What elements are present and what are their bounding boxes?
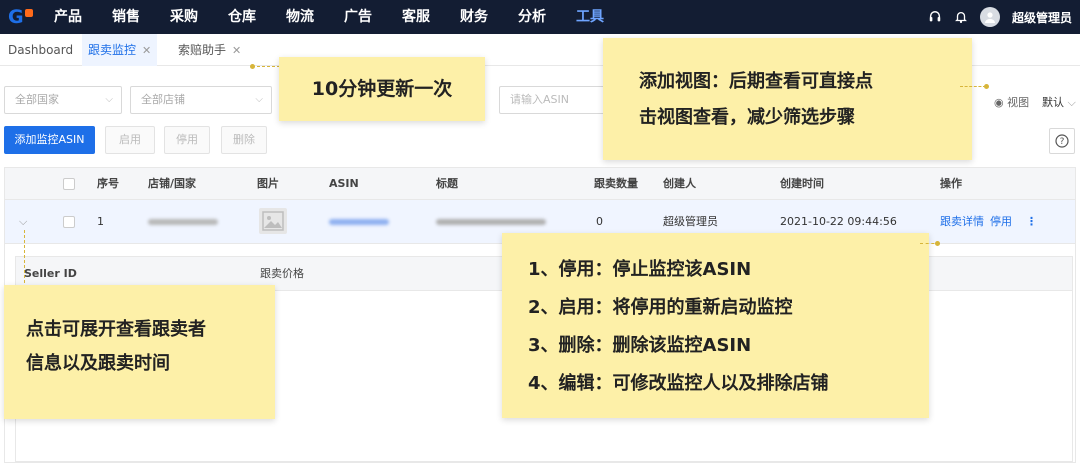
help-button[interactable]: ? [1049, 128, 1075, 154]
tab-follow-monitor[interactable]: 跟卖监控 ✕ [82, 34, 158, 66]
note-connector [252, 66, 280, 67]
add-monitor-asin-button[interactable]: 添加监控ASIN [4, 126, 95, 154]
note-line: 添加视图：后期查看可直接点 [639, 71, 873, 92]
bell-icon[interactable] [954, 10, 968, 24]
menu-item-warehouse[interactable]: 仓库 [228, 0, 256, 34]
note-line: 2、启用：将停用的重新启动监控 [528, 297, 793, 318]
menu-item-purchase[interactable]: 采购 [170, 0, 198, 34]
header-index: 序号 [97, 177, 119, 190]
tab-claim-assistant[interactable]: 索赔助手 ✕ [172, 34, 247, 66]
note-line: 3、删除：删除该监控ASIN [528, 335, 752, 356]
menu-item-analysis[interactable]: 分析 [518, 0, 546, 34]
table-header: 序号 店铺/国家 图片 ASIN 标题 跟卖数量 创建人 创建时间 操作 [5, 168, 1075, 200]
tab-label: Dashboard [8, 43, 74, 57]
header-actions: 操作 [940, 177, 962, 190]
note-line: 点击可展开查看跟卖者 [26, 319, 206, 340]
note-add-view: 添加视图：后期查看可直接点 击视图查看，减少筛选步骤 [603, 38, 972, 160]
product-image-placeholder [259, 208, 287, 234]
header-shop-country: 店铺/国家 [148, 177, 197, 190]
enable-button[interactable]: 启用 [105, 126, 155, 154]
chevron-down-icon: ⌵ [1067, 96, 1076, 109]
country-select-value: 全部国家 [15, 93, 59, 106]
image-icon [262, 211, 284, 231]
note-line: 4、编辑：可修改监控人以及排除店铺 [528, 373, 829, 394]
close-icon[interactable]: ✕ [142, 44, 151, 57]
close-icon[interactable]: ✕ [232, 44, 241, 57]
asin-input-placeholder: 请输入ASIN [510, 93, 569, 106]
header-creator: 创建人 [663, 177, 696, 190]
question-icon: ? [1055, 134, 1069, 148]
tab-label: 跟卖监控 [88, 43, 137, 57]
shop-select[interactable]: 全部店铺 ⌵ [130, 86, 272, 114]
menu-item-customer-service[interactable]: 客服 [402, 0, 430, 34]
default-view-select[interactable]: 默认 ⌵ [1042, 94, 1076, 110]
chevron-down-icon: ⌵ [255, 94, 263, 105]
header-asin: ASIN [329, 177, 359, 190]
menu-item-tools[interactable]: 工具 [576, 0, 604, 34]
note-operations: 1、停用：停止监控该ASIN 2、启用：将停用的重新启动监控 3、删除：删除该监… [502, 233, 929, 418]
title-redacted [436, 219, 546, 225]
note-connector [24, 230, 25, 288]
menu-item-ads[interactable]: 广告 [344, 0, 372, 34]
view-button[interactable]: ◉ 视图 [994, 94, 1029, 110]
note-line: 信息以及跟卖时间 [26, 353, 170, 374]
note-pin [984, 84, 989, 89]
row-index: 1 [97, 215, 104, 228]
header-title: 标题 [436, 177, 458, 190]
more-options-icon[interactable]: ⋮ [1026, 200, 1037, 244]
menu-item-sales[interactable]: 销售 [112, 0, 140, 34]
eye-icon: ◉ [994, 96, 1004, 109]
note-line: 击视图查看，减少筛选步骤 [639, 107, 855, 128]
header-created-at: 创建时间 [780, 177, 824, 190]
top-right-toolbar: 超级管理员 [928, 0, 1072, 34]
note-pin [250, 64, 255, 69]
row-checkbox[interactable] [63, 216, 75, 228]
user-name[interactable]: 超级管理员 [1012, 9, 1072, 26]
view-label: 视图 [1007, 96, 1030, 109]
top-navigation-bar: G 产品 销售 采购 仓库 物流 广告 客服 财务 分析 工具 超级管理员 [0, 0, 1080, 34]
follow-detail-link[interactable]: 跟卖详情 [940, 200, 984, 244]
headset-icon[interactable] [928, 10, 942, 24]
user-icon [984, 12, 995, 23]
shop-select-value: 全部店铺 [141, 93, 185, 106]
avatar[interactable] [979, 7, 1000, 27]
menu-item-finance[interactable]: 财务 [460, 0, 488, 34]
chevron-down-icon: ⌵ [105, 94, 113, 105]
delete-button[interactable]: 删除 [221, 126, 267, 154]
default-view-label: 默认 [1042, 96, 1064, 109]
header-follow-count: 跟卖数量 [594, 177, 638, 190]
row-disable-link[interactable]: 停用 [990, 200, 1012, 244]
app-logo[interactable]: G [8, 7, 36, 27]
main-menu: 产品 销售 采购 仓库 物流 广告 客服 财务 分析 工具 [54, 0, 634, 34]
note-connector [960, 86, 986, 87]
header-image: 图片 [257, 177, 279, 190]
note-pin [935, 241, 940, 246]
asin-input[interactable]: 请输入ASIN [499, 86, 605, 114]
svg-text:?: ? [1060, 137, 1065, 147]
disable-button[interactable]: 停用 [164, 126, 210, 154]
tab-label: 索赔助手 [178, 43, 227, 57]
menu-item-products[interactable]: 产品 [54, 0, 82, 34]
note-line: 1、停用：停止监控该ASIN [528, 259, 752, 280]
country-select[interactable]: 全部国家 ⌵ [4, 86, 122, 114]
select-all-checkbox[interactable] [63, 178, 75, 190]
asin-link-redacted[interactable] [329, 219, 389, 225]
menu-item-logistics[interactable]: 物流 [286, 0, 314, 34]
shop-country-redacted [148, 219, 218, 225]
note-expand-row: 点击可展开查看跟卖者 信息以及跟卖时间 [4, 285, 275, 419]
tab-dashboard[interactable]: Dashboard [2, 34, 79, 66]
note-update-frequency: 10分钟更新一次 [279, 57, 485, 121]
